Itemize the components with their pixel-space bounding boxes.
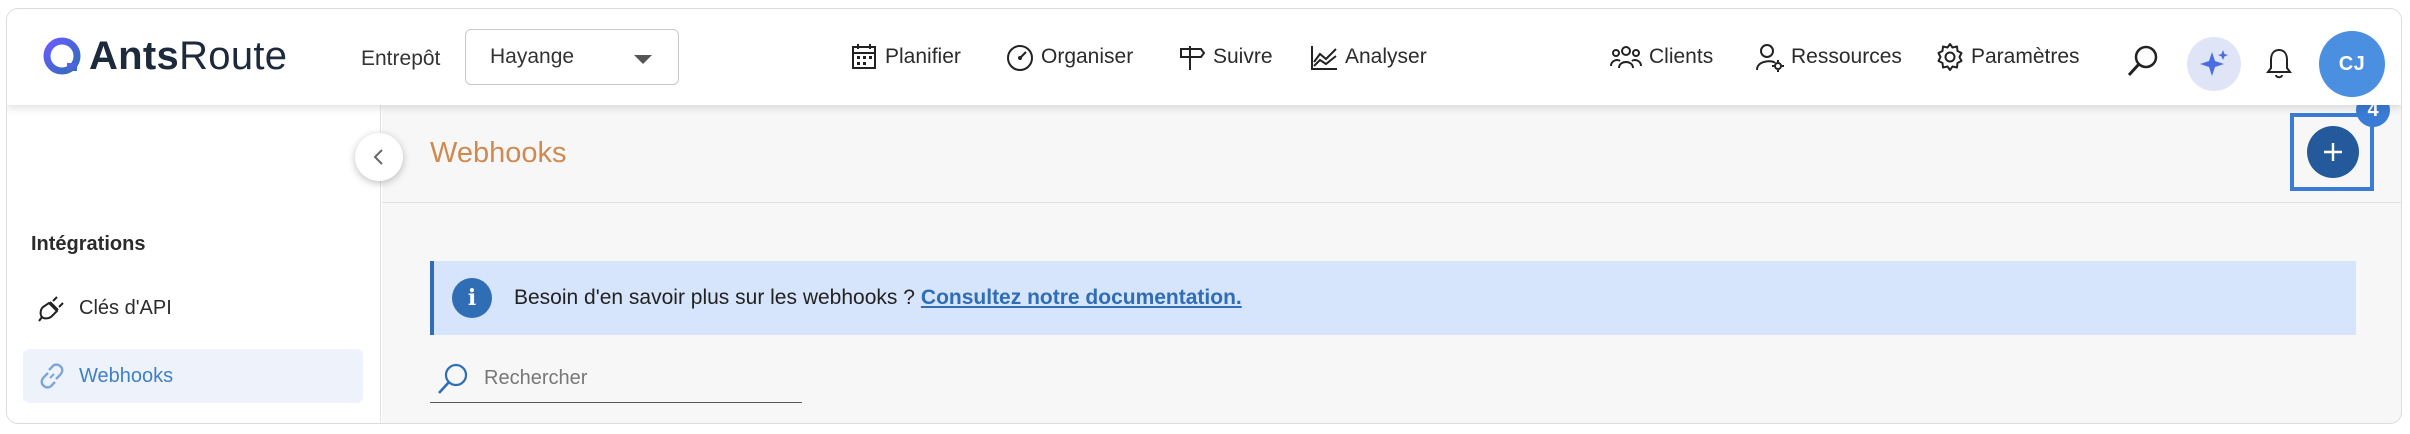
link-icon [40, 363, 64, 389]
nav-parametres[interactable]: Paramètres [1935, 9, 2080, 105]
search-input[interactable] [484, 367, 784, 390]
top-bar: AntsRoute Entrepôt Hayange Planifier Org… [7, 9, 2401, 105]
chevron-down-icon [634, 55, 652, 64]
clients-icon [1610, 46, 1642, 69]
page-title: Webhooks [430, 137, 567, 169]
nav-analyser-label: Analyser [1345, 45, 1427, 68]
nav-analyser[interactable]: Analyser [1309, 9, 1427, 105]
search-icon [2127, 45, 2158, 77]
app-window: AntsRoute Entrepôt Hayange Planifier Org… [6, 8, 2402, 424]
nav-organiser-label: Organiser [1041, 45, 1134, 68]
warehouse-label: Entrepôt [361, 47, 441, 70]
documentation-link[interactable]: Consultez notre documentation. [921, 286, 1242, 310]
sidebar-item-webhooks-label: Webhooks [79, 364, 174, 387]
main-content: Webhooks 4 i Besoin d'en savoir plus sur… [382, 93, 2401, 423]
page-header: Webhooks 4 [382, 93, 2401, 203]
add-webhook-button[interactable] [2307, 126, 2359, 178]
calendar-icon [852, 44, 876, 69]
sidebar: Intégrations Clés d'API Webhooks [7, 105, 381, 423]
sidebar-item-api-keys[interactable]: Clés d'API [23, 281, 363, 335]
sidebar-item-webhooks[interactable]: Webhooks [23, 349, 363, 403]
collapse-sidebar-button[interactable] [355, 133, 403, 181]
plug-icon [38, 296, 64, 322]
info-banner: i Besoin d'en savoir plus sur les webhoo… [430, 261, 2356, 335]
search-button[interactable] [2125, 43, 2161, 79]
warehouse-select-value: Hayange [490, 45, 575, 68]
bell-icon [2266, 48, 2292, 79]
gear-icon [1937, 43, 1963, 71]
logo[interactable]: AntsRoute [41, 31, 287, 81]
chart-icon [1311, 46, 1337, 70]
nav-clients[interactable]: Clients [1609, 9, 1713, 105]
resources-icon [1756, 44, 1784, 72]
plus-icon [2324, 143, 2342, 161]
search-field[interactable] [430, 355, 802, 403]
search-icon [438, 363, 468, 394]
chevron-left-icon [373, 149, 383, 165]
nav-suivre-label: Suivre [1213, 45, 1273, 68]
ai-assistant-button[interactable] [2187, 37, 2241, 91]
info-text: Besoin d'en savoir plus sur les webhooks… [514, 286, 915, 309]
nav-planifier-label: Planifier [885, 45, 961, 68]
nav-clients-label: Clients [1649, 45, 1714, 68]
nav-ressources-label: Ressources [1791, 45, 1902, 68]
sparkle-icon [2200, 50, 2228, 76]
logo-text: AntsRoute [89, 33, 288, 78]
signpost-icon [1180, 46, 1206, 70]
avatar[interactable]: CJ [2319, 31, 2385, 97]
info-icon: i [452, 278, 492, 318]
notifications-button[interactable] [2261, 43, 2297, 83]
sidebar-section-title: Intégrations [31, 233, 146, 255]
nav-planifier[interactable]: Planifier [849, 9, 961, 105]
warehouse-select[interactable]: Hayange [465, 29, 679, 85]
gauge-icon [1007, 45, 1033, 71]
avatar-initials: CJ [2338, 52, 2366, 75]
add-webhook-highlight [2290, 113, 2374, 191]
nav-parametres-label: Paramètres [1971, 45, 2080, 68]
nav-ressources[interactable]: Ressources [1755, 9, 1902, 105]
sidebar-item-api-keys-label: Clés d'API [79, 296, 172, 319]
nav-suivre[interactable]: Suivre [1177, 9, 1273, 105]
logo-icon [43, 37, 81, 75]
nav-organiser[interactable]: Organiser [1005, 9, 1133, 105]
